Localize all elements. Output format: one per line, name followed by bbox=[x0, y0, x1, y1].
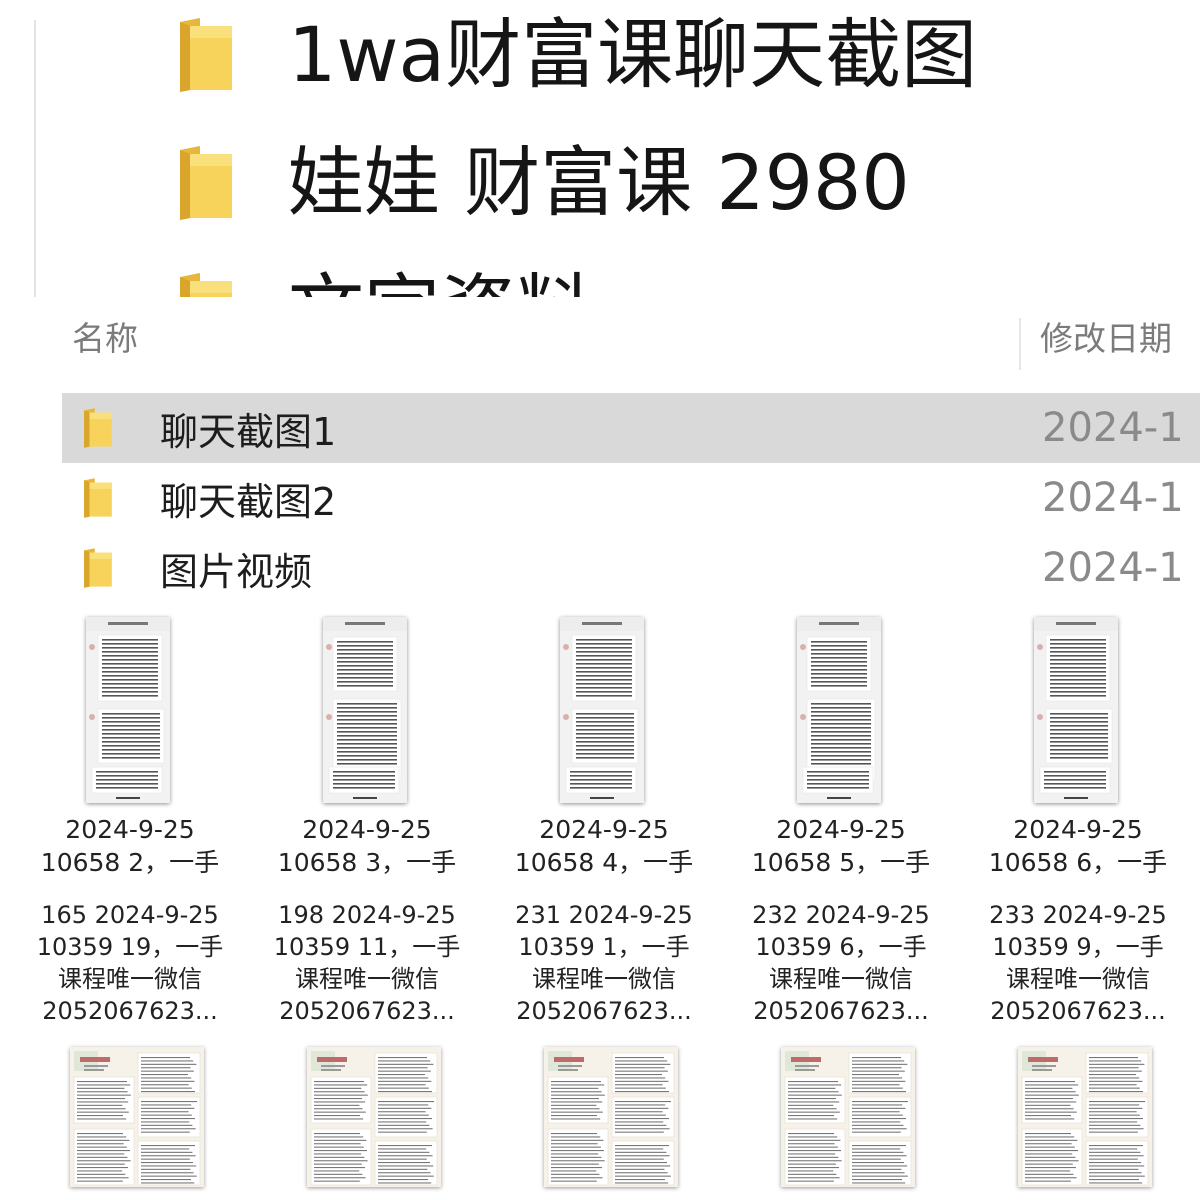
file-name-line: 233 2024-9-25 bbox=[989, 901, 1167, 929]
file-caption: 2024-9-25 10658 6，一手 bbox=[960, 813, 1196, 879]
file-caption[interactable]: 231 2024-9-25 10359 1，一手 课程唯一微信 20520676… bbox=[486, 899, 722, 1027]
file-name-line: 课程唯一微信 bbox=[769, 965, 913, 993]
folder-row[interactable]: 聊天截图1 2024-1 bbox=[62, 393, 1200, 463]
column-header-name[interactable]: 名称 bbox=[72, 312, 138, 360]
folder-name: 聊天截图2 bbox=[160, 479, 337, 524]
file-name-line: 2024-9-25 bbox=[776, 815, 906, 844]
chat-preview-image bbox=[323, 617, 407, 803]
zoomed-folder-item[interactable]: 文字资料 bbox=[176, 255, 592, 297]
file-name-line: 10359 19，一手 bbox=[36, 933, 224, 961]
feedback-poster-thumbnail[interactable] bbox=[781, 1047, 915, 1187]
file-name-line: 10359 11，一手 bbox=[273, 933, 461, 961]
feedback-poster-thumbnail[interactable] bbox=[544, 1047, 678, 1187]
feedback-poster-thumbnail[interactable] bbox=[307, 1047, 441, 1187]
folder-name: 聊天截图1 bbox=[160, 409, 337, 454]
column-header-date[interactable]: 修改日期 bbox=[1040, 312, 1172, 360]
file-caption[interactable]: 232 2024-9-25 10359 6，一手 课程唯一微信 20520676… bbox=[723, 899, 959, 1027]
chat-screenshot-thumbnail[interactable] bbox=[323, 617, 407, 803]
file-caption: 2024-9-25 10658 3，一手 bbox=[249, 813, 485, 879]
file-name-line: 2024-9-25 bbox=[65, 815, 195, 844]
folder-row[interactable]: 聊天截图2 2024-1 bbox=[62, 463, 1200, 533]
folder-icon bbox=[82, 476, 114, 520]
file-caption: 2024-9-25 10658 5，一手 bbox=[723, 813, 959, 879]
folder-row[interactable]: 图片视频 2024-1 bbox=[62, 533, 1200, 603]
folder-label: 娃娃 财富课 2980 bbox=[288, 138, 910, 227]
file-name-line: 10359 1，一手 bbox=[518, 933, 690, 961]
chat-preview-image bbox=[797, 617, 881, 803]
folder-date: 2024-1 bbox=[1042, 475, 1184, 521]
file-name-line: 231 2024-9-25 bbox=[515, 901, 693, 929]
poster-preview-image bbox=[1018, 1047, 1152, 1187]
file-name-line: 232 2024-9-25 bbox=[752, 901, 930, 929]
pane-border bbox=[34, 20, 36, 297]
chat-preview-image bbox=[1034, 617, 1118, 803]
file-name-line: 课程唯一微信 bbox=[58, 965, 202, 993]
chat-screenshot-thumbnail[interactable] bbox=[560, 617, 644, 803]
folder-date: 2024-1 bbox=[1042, 545, 1184, 591]
file-name-line: 10658 4，一手 bbox=[514, 848, 694, 877]
chat-screenshot-thumbnail[interactable] bbox=[1034, 617, 1118, 803]
folder-icon bbox=[82, 406, 114, 450]
file-name-line: 课程唯一微信 bbox=[295, 965, 439, 993]
file-name-line: 课程唯一微信 bbox=[1006, 965, 1150, 993]
file-name-line: 课程唯一微信 bbox=[532, 965, 676, 993]
file-caption[interactable]: 233 2024-9-25 10359 9，一手 课程唯一微信 20520676… bbox=[960, 899, 1196, 1027]
file-name-line: 10359 6，一手 bbox=[755, 933, 927, 961]
feedback-poster-thumbnail[interactable] bbox=[70, 1047, 204, 1187]
folder-label: 1wa财富课聊天截图 bbox=[288, 10, 978, 99]
folder-name: 图片视频 bbox=[160, 549, 313, 594]
poster-preview-image bbox=[70, 1047, 204, 1187]
file-caption: 2024-9-25 10658 2，一手 bbox=[12, 813, 248, 879]
file-name-line: 10658 3，一手 bbox=[277, 848, 457, 877]
file-name-line: 10658 5，一手 bbox=[751, 848, 931, 877]
file-name-line: 2024-9-25 bbox=[302, 815, 432, 844]
folder-icon bbox=[176, 144, 236, 222]
file-name-line: 10359 9，一手 bbox=[992, 933, 1164, 961]
file-name-line: 2052067623... bbox=[42, 997, 218, 1025]
column-separator[interactable] bbox=[1019, 318, 1021, 370]
file-name-line: 10658 2，一手 bbox=[40, 848, 220, 877]
folder-icon bbox=[176, 271, 236, 297]
file-name-line: 2052067623... bbox=[516, 997, 692, 1025]
poster-preview-image bbox=[781, 1047, 915, 1187]
file-name-line: 10658 6，一手 bbox=[988, 848, 1168, 877]
file-name-line: 198 2024-9-25 bbox=[278, 901, 456, 929]
file-caption[interactable]: 165 2024-9-25 10359 19，一手 课程唯一微信 2052067… bbox=[12, 899, 248, 1027]
feedback-poster-thumbnail[interactable] bbox=[1018, 1047, 1152, 1187]
chat-preview-image bbox=[86, 617, 170, 803]
chat-screenshot-thumbnail[interactable] bbox=[797, 617, 881, 803]
poster-preview-image bbox=[307, 1047, 441, 1187]
zoomed-folder-list: 1wa财富课聊天截图 娃娃 财富课 2980 文字资料 bbox=[0, 0, 1200, 297]
file-caption: 2024-9-25 10658 4，一手 bbox=[486, 813, 722, 879]
folder-label: 文字资料 bbox=[288, 272, 592, 298]
folder-icon bbox=[176, 16, 236, 94]
file-name-line: 2052067623... bbox=[753, 997, 929, 1025]
folder-icon bbox=[82, 546, 114, 590]
file-name-line: 2024-9-25 bbox=[539, 815, 669, 844]
chat-screenshot-thumbnail[interactable] bbox=[86, 617, 170, 803]
file-caption[interactable]: 198 2024-9-25 10359 11，一手 课程唯一微信 2052067… bbox=[249, 899, 485, 1027]
chat-preview-image bbox=[560, 617, 644, 803]
zoomed-folder-item[interactable]: 1wa财富课聊天截图 bbox=[176, 0, 977, 110]
file-name-line: 165 2024-9-25 bbox=[41, 901, 219, 929]
file-name-line: 2052067623... bbox=[990, 997, 1166, 1025]
file-name-line: 2052067623... bbox=[279, 997, 455, 1025]
zoomed-folder-item[interactable]: 娃娃 财富课 2980 bbox=[176, 128, 910, 238]
file-name-line: 2024-9-25 bbox=[1013, 815, 1143, 844]
poster-preview-image bbox=[544, 1047, 678, 1187]
folder-date: 2024-1 bbox=[1042, 405, 1184, 451]
